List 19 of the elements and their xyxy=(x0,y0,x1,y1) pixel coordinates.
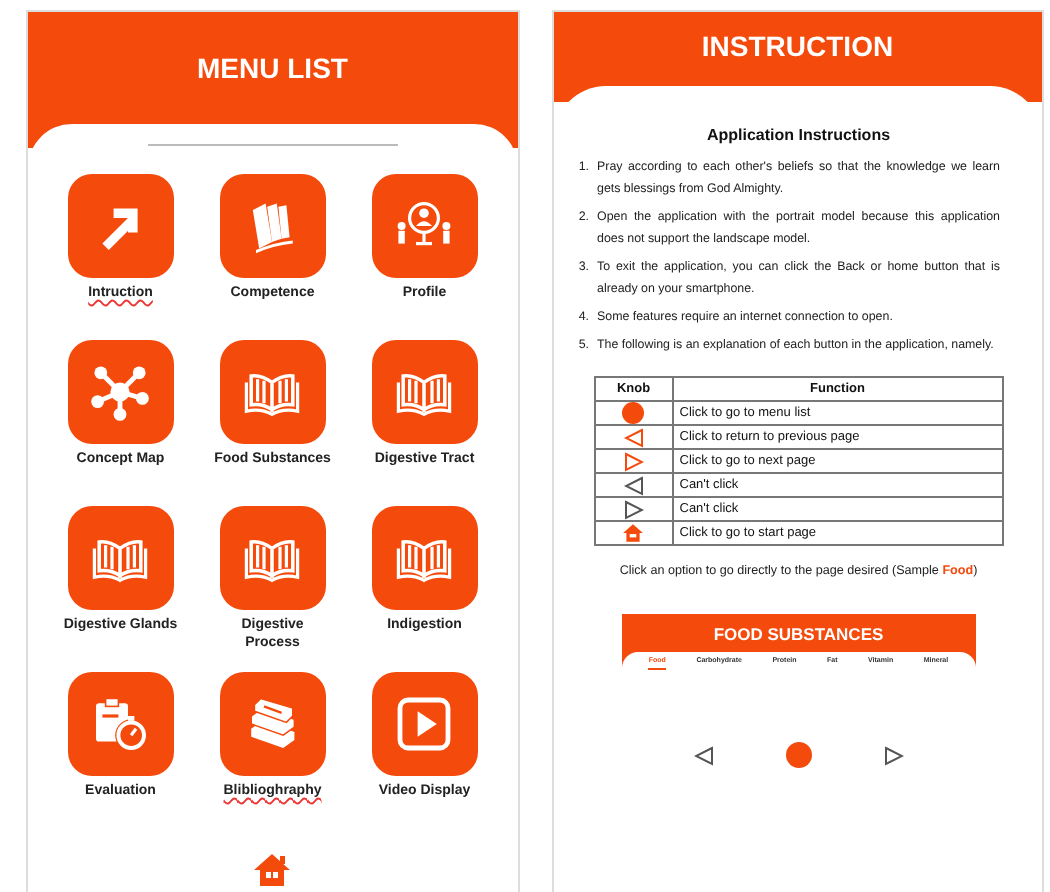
open-book-icon[interactable] xyxy=(371,340,478,444)
network-icon[interactable] xyxy=(67,340,174,444)
forward-icon[interactable] xyxy=(883,745,904,765)
open-book-icon[interactable] xyxy=(371,506,478,610)
screen-title: INSTRUCTION xyxy=(701,30,894,62)
open-book-icon[interactable] xyxy=(219,506,326,610)
section-heading: Application Instructions xyxy=(704,126,893,144)
books-icon[interactable] xyxy=(219,174,326,278)
people-icon[interactable] xyxy=(371,174,478,278)
back-icon[interactable] xyxy=(693,745,714,765)
home-icon[interactable] xyxy=(252,850,293,890)
play-icon[interactable] xyxy=(371,672,478,776)
preview-title: FOOD SUBSTANCES xyxy=(713,624,884,644)
open-book-icon[interactable] xyxy=(67,506,174,610)
dot-icon[interactable] xyxy=(785,742,812,768)
book-stack-icon[interactable] xyxy=(219,672,326,776)
clipboard-timer-icon[interactable] xyxy=(67,672,174,776)
open-book-icon[interactable] xyxy=(219,340,326,444)
screen-title: MENU LIST xyxy=(197,52,348,84)
